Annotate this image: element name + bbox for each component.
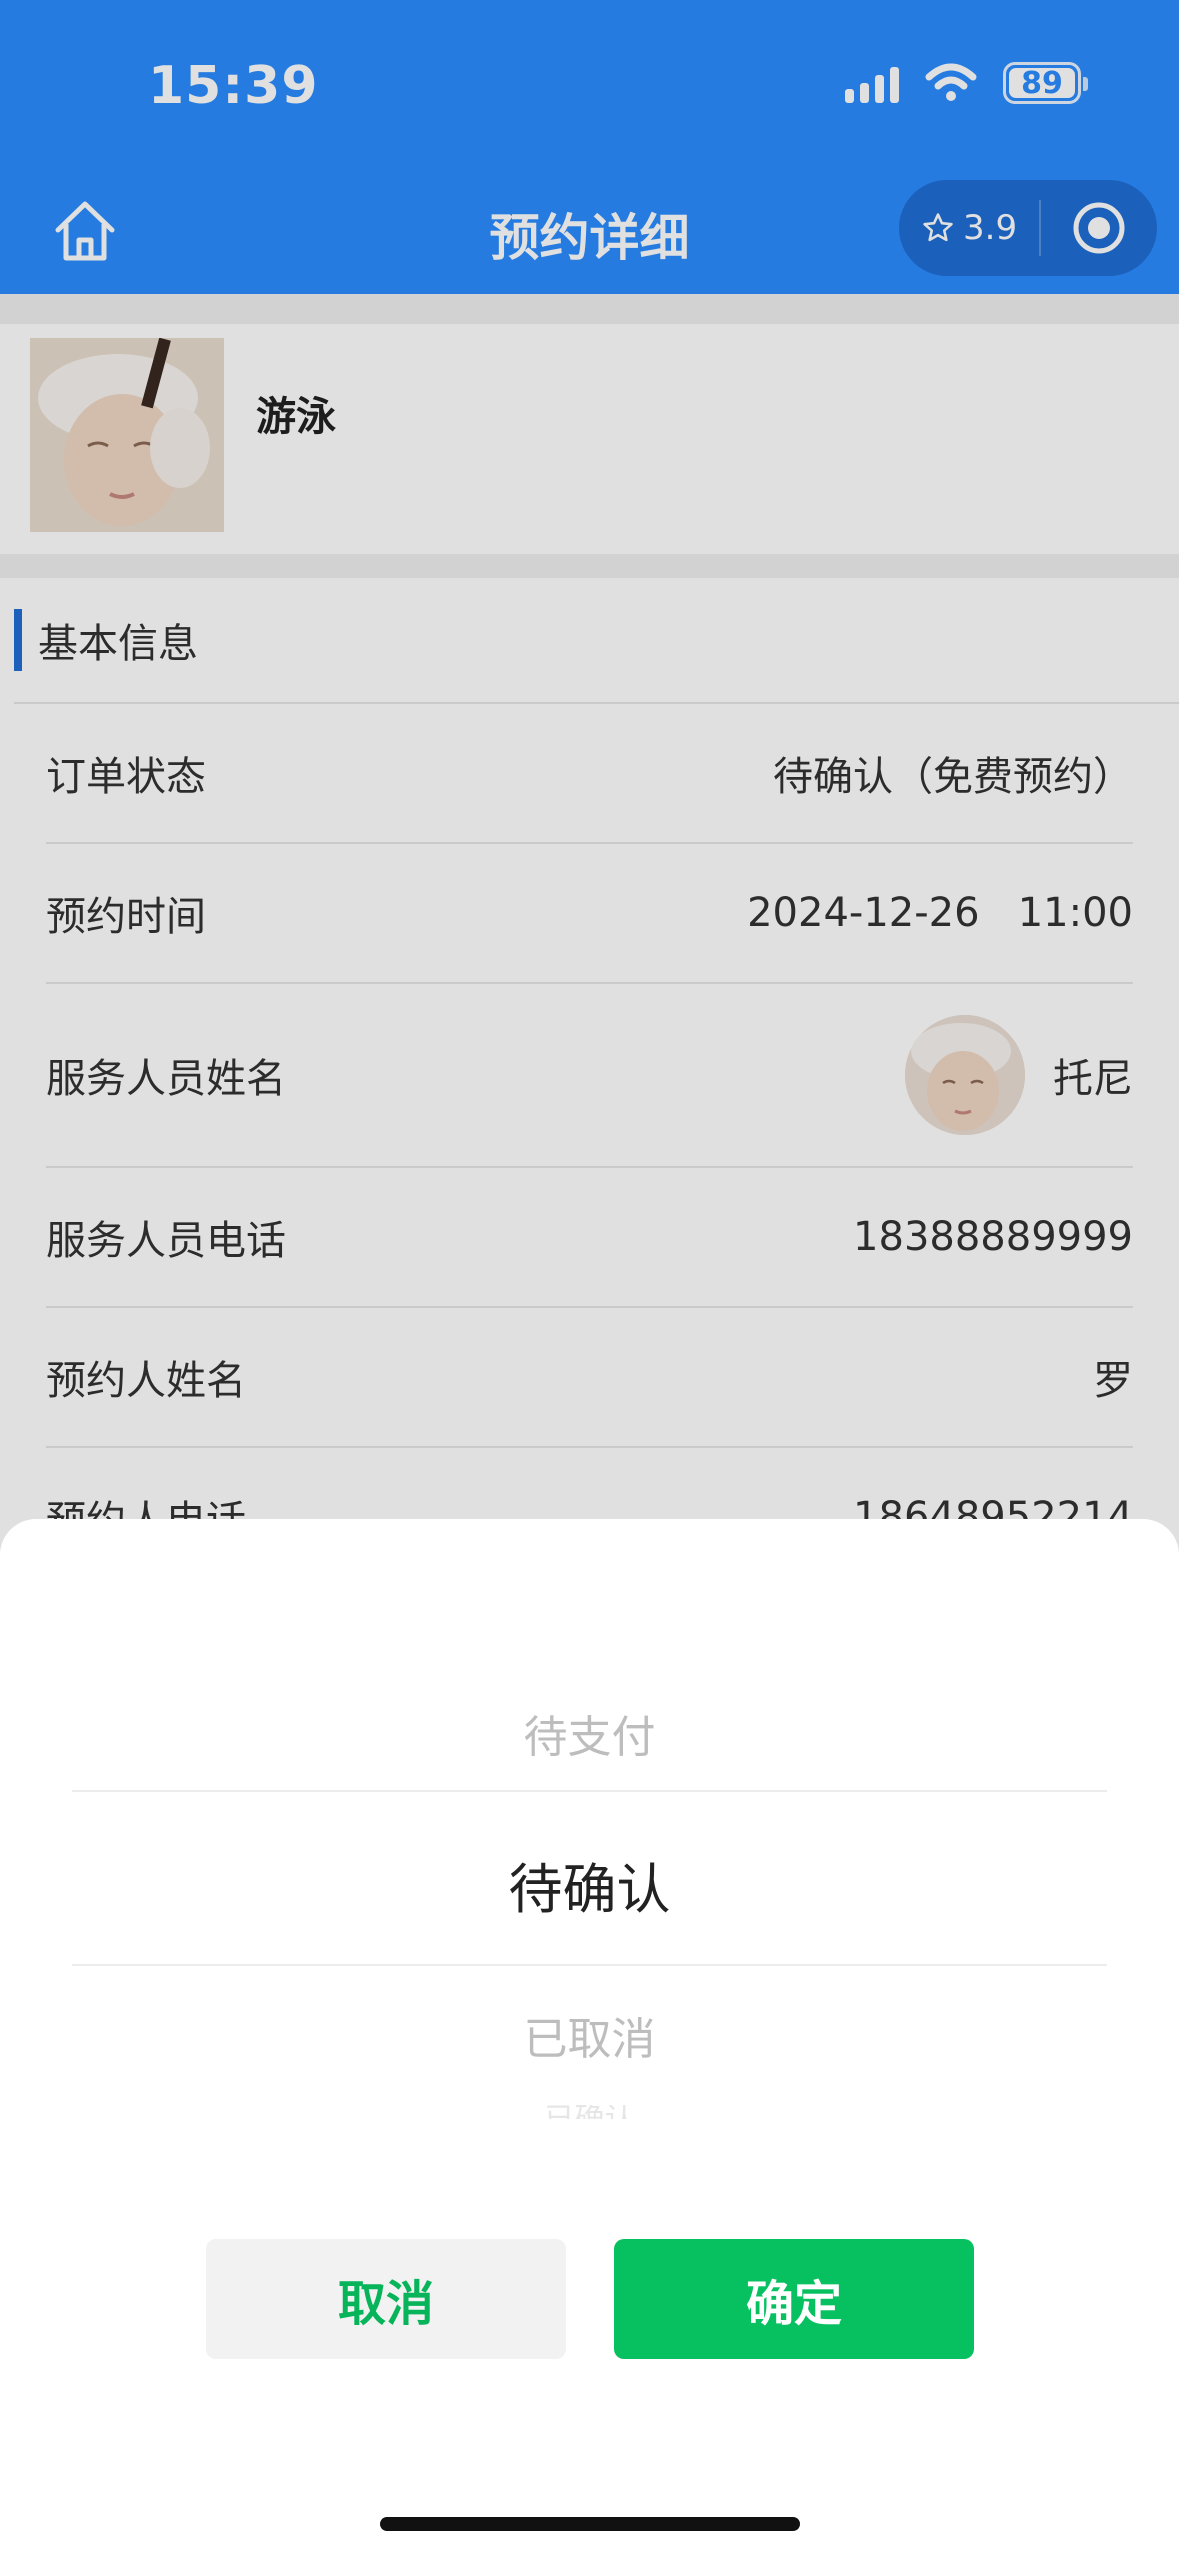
picker-option-selected[interactable]: 待确认 xyxy=(0,1845,1179,1924)
status-picker-sheet: 待支付 待确认 已取消 已确认 取消 确定 xyxy=(0,1519,1179,2556)
picker-highlight-top xyxy=(72,1790,1107,1792)
picker-highlight-bottom xyxy=(72,1964,1107,1966)
home-indicator xyxy=(380,2517,800,2531)
picker-option[interactable]: 已确认 xyxy=(0,2105,1179,2119)
picker-option[interactable]: 待支付 xyxy=(0,1701,1179,1765)
cancel-button[interactable]: 取消 xyxy=(206,2239,566,2359)
confirm-button[interactable]: 确定 xyxy=(614,2239,974,2359)
picker-option[interactable]: 已取消 xyxy=(0,2003,1179,2067)
